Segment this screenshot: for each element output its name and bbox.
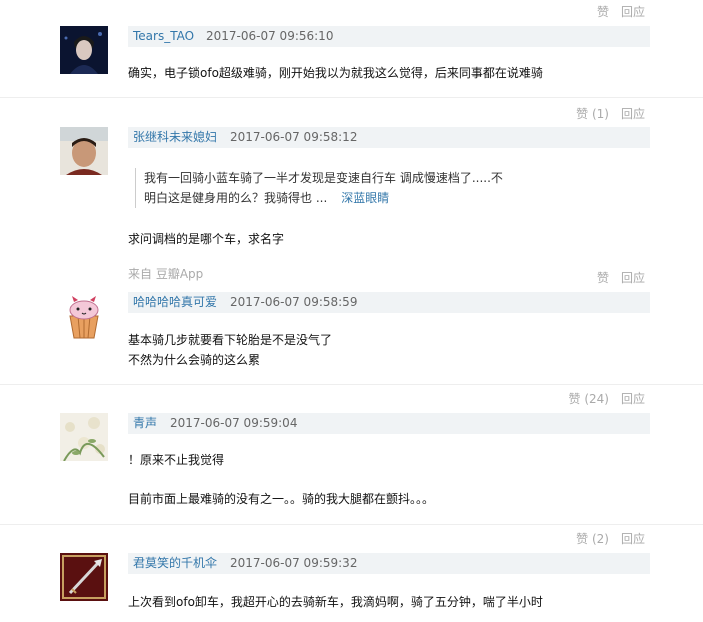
- comment-source: 来自 豆瓣App: [128, 267, 204, 281]
- username-link[interactable]: 君莫笑的千机伞: [133, 553, 217, 574]
- comment-header: 张继科未来媳妇 2017-06-07 09:58:12: [128, 127, 650, 148]
- avatar-image: [60, 127, 108, 175]
- comment-actions: 赞 (2) 回应: [564, 530, 645, 547]
- avatar[interactable]: [60, 127, 108, 175]
- avatar[interactable]: [60, 413, 108, 461]
- avatar-image: [60, 413, 108, 461]
- username-link[interactable]: 青声: [133, 413, 157, 434]
- comment-timestamp: 2017-06-07 09:58:59: [230, 295, 358, 309]
- reply-button[interactable]: 回应: [621, 5, 645, 19]
- username-link[interactable]: Tears_TAO: [133, 26, 194, 47]
- quote-author-link[interactable]: 深蓝眼睛: [341, 191, 389, 205]
- reply-button[interactable]: 回应: [621, 392, 645, 406]
- comment-text: 目前市面上最难骑的没有之一。。骑的我大腿都在颤抖。。。: [128, 492, 435, 506]
- comment-divider: [0, 524, 703, 525]
- comment-actions: 赞 (1) 回应: [564, 105, 645, 122]
- comment-actions: 赞 (24) 回应: [557, 390, 645, 407]
- comment-timestamp: 2017-06-07 09:59:04: [170, 416, 298, 430]
- quote-text-line: 我有一回骑小蓝车骑了一半才发现是变速自行车 调成慢速档了.....不: [144, 171, 503, 185]
- like-button[interactable]: 赞: [597, 5, 609, 19]
- comment-timestamp: 2017-06-07 09:56:10: [206, 29, 334, 43]
- like-button[interactable]: 赞 (2): [576, 532, 609, 546]
- comment-text: 确实，电子锁ofo超级难骑，刚开始我以为就我这么觉得，后来同事都在说难骑: [128, 66, 543, 80]
- comment-actions: 赞回应: [585, 3, 645, 20]
- avatar[interactable]: [60, 292, 108, 340]
- avatar-image: [60, 26, 108, 74]
- quoted-comment: 我有一回骑小蓝车骑了一半才发现是变速自行车 调成慢速档了.....不 明白这是健…: [135, 168, 503, 208]
- comment-divider: [0, 384, 703, 385]
- avatar[interactable]: [60, 26, 108, 74]
- like-button[interactable]: 赞 (24): [569, 392, 609, 406]
- comment-header: 哈哈哈哈真可爱 2017-06-07 09:58:59: [128, 292, 650, 313]
- avatar[interactable]: [60, 553, 108, 601]
- avatar-image: [60, 292, 108, 340]
- comment-header: Tears_TAO 2017-06-07 09:56:10: [128, 26, 650, 47]
- reply-button[interactable]: 回应: [621, 107, 645, 121]
- comment-actions: 赞回应: [585, 269, 645, 286]
- comment-text: 求问调档的是哪个车，求名字: [128, 232, 285, 246]
- comment-text: 不然为什么会骑的这么累: [128, 353, 261, 367]
- comment-text: 基本骑几步就要看下轮胎是不是没气了: [128, 333, 333, 347]
- reply-button[interactable]: 回应: [621, 271, 645, 285]
- like-button[interactable]: 赞 (1): [576, 107, 609, 121]
- comment-timestamp: 2017-06-07 09:58:12: [230, 130, 358, 144]
- comment-text: 上次看到ofo卸车，我超开心的去骑新车，我滴妈啊，骑了五分钟，喘了半小时: [128, 595, 543, 609]
- reply-button[interactable]: 回应: [621, 532, 645, 546]
- like-button[interactable]: 赞: [597, 271, 609, 285]
- comment-timestamp: 2017-06-07 09:59:32: [230, 556, 358, 570]
- comment-header: 青声 2017-06-07 09:59:04: [128, 413, 650, 434]
- quote-text-line: 明白这是健身用的么？我骑得也 ...: [144, 191, 328, 205]
- username-link[interactable]: 哈哈哈哈真可爱: [133, 292, 217, 313]
- comment-header: 君莫笑的千机伞 2017-06-07 09:59:32: [128, 553, 650, 574]
- comment-text: ！原来不止我觉得: [128, 453, 225, 467]
- comment-divider: [0, 97, 703, 98]
- username-link[interactable]: 张继科未来媳妇: [133, 127, 217, 148]
- avatar-image: [60, 553, 108, 601]
